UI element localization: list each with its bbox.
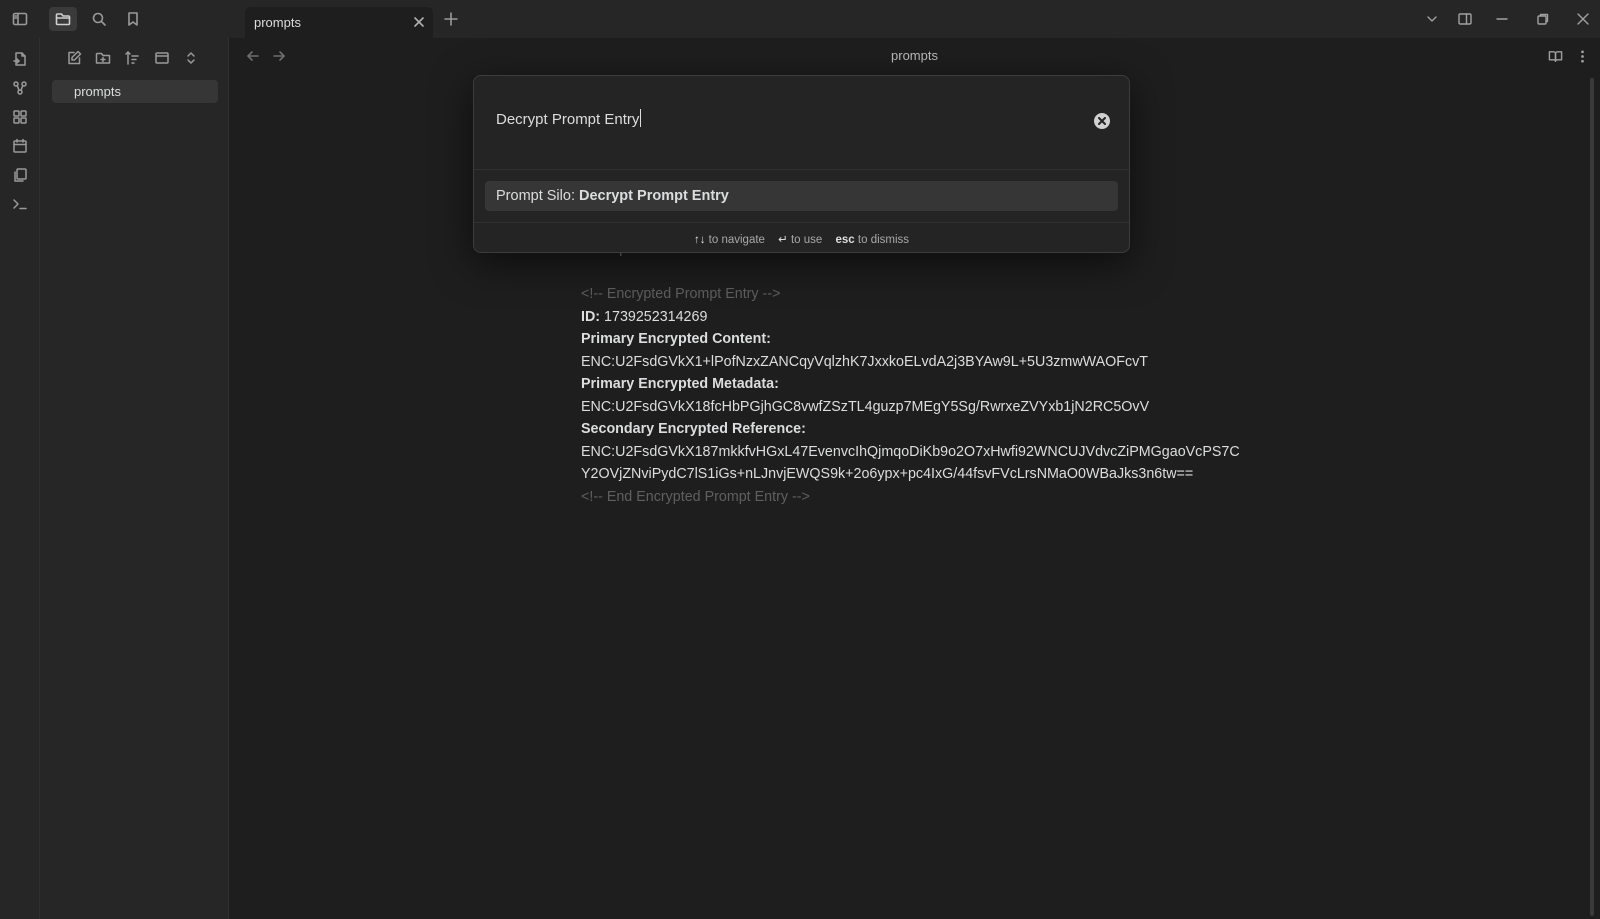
- more-options-icon[interactable]: [1572, 46, 1592, 66]
- restore-icon[interactable]: [1532, 8, 1554, 30]
- id-value: 1739252314269: [604, 308, 708, 325]
- divider: [474, 169, 1129, 170]
- tab-prompts[interactable]: prompts: [245, 7, 433, 38]
- id-label: ID:: [581, 308, 601, 325]
- content-value: ENC:U2FsdGVkX1+lPofNzxZANCqyVqlzhK7Jxxko…: [581, 353, 1149, 370]
- terminal-icon[interactable]: [8, 192, 32, 216]
- calendar-icon[interactable]: [8, 134, 32, 158]
- file-item-label: prompts: [74, 84, 121, 99]
- sort-icon[interactable]: [120, 46, 144, 70]
- scrollbar[interactable]: [1590, 78, 1594, 916]
- comment-end: <!-- End Encrypted Prompt Entry -->: [581, 488, 810, 505]
- reference-label: Secondary Encrypted Reference:: [581, 421, 806, 437]
- toggle-right-sidebar-icon[interactable]: [1454, 8, 1476, 30]
- new-tab-icon[interactable]: [441, 9, 461, 29]
- comment-start: <!-- Encrypted Prompt Entry -->: [581, 286, 781, 302]
- hint-dismiss: esc to dismiss: [835, 234, 910, 246]
- minimize-icon[interactable]: [1491, 8, 1513, 30]
- graph-view-icon[interactable]: [8, 76, 32, 100]
- toggle-sidebar-icon[interactable]: [6, 7, 34, 31]
- note-content[interactable]: backupInterval = "15" <!-- Encrypted Pro…: [581, 238, 1281, 508]
- reference-value-line-1: ENC:U2FsdGVkX187mkkfvHGxL47EvenvcIhQjmqo…: [581, 443, 1240, 460]
- content-label: Primary Encrypted Content:: [581, 331, 771, 347]
- auto-reveal-icon[interactable]: [150, 46, 174, 70]
- hint-navigate: ↑↓ to navigate: [693, 234, 765, 246]
- suggestion-item[interactable]: Prompt Silo: Decrypt Prompt Entry: [485, 181, 1118, 211]
- canvas-icon[interactable]: [8, 105, 32, 129]
- new-note-icon[interactable]: [62, 46, 86, 70]
- clear-search-icon[interactable]: [1094, 113, 1110, 129]
- close-tab-icon[interactable]: [411, 14, 427, 30]
- file-explorer: prompts: [40, 38, 229, 919]
- tab-list-chevron-icon[interactable]: [1421, 8, 1443, 30]
- palette-instructions: ↑↓ to navigate ↵ to use esc to dismiss: [474, 232, 1129, 246]
- command-search-input[interactable]: Decrypt Prompt Entry: [496, 109, 642, 128]
- title-bar: prompts: [0, 0, 1600, 38]
- tab-title: prompts: [254, 15, 301, 30]
- file-item-prompts[interactable]: prompts: [52, 80, 218, 103]
- collapse-all-icon[interactable]: [179, 46, 203, 70]
- view-title: prompts: [891, 48, 938, 63]
- metadata-label: Primary Encrypted Metadata:: [581, 376, 779, 392]
- command-palette: Decrypt Prompt Entry Prompt Silo: Decryp…: [473, 75, 1130, 253]
- new-folder-icon[interactable]: [91, 46, 115, 70]
- suggestion-text: Prompt Silo: Decrypt Prompt Entry: [496, 188, 729, 204]
- reading-view-icon[interactable]: [1545, 46, 1565, 66]
- id-line: ID: 1739252314269: [581, 306, 1281, 329]
- text-caret: [640, 109, 642, 127]
- bookmark-icon[interactable]: [119, 7, 147, 31]
- left-ribbon: [0, 38, 40, 919]
- open-quick-switcher-icon[interactable]: [8, 47, 32, 71]
- metadata-value: ENC:U2FsdGVkX18fcHbPGjhGC8vwfZSzTL4guzp7…: [581, 398, 1150, 415]
- files-icon[interactable]: [49, 7, 77, 31]
- templates-icon[interactable]: [8, 163, 32, 187]
- search-icon[interactable]: [85, 7, 113, 31]
- hint-use: ↵ to use: [778, 234, 823, 246]
- divider: [474, 222, 1129, 223]
- close-window-icon[interactable]: [1572, 8, 1594, 30]
- reference-value-line-2: Y2OVjZNviPydC7lS1iGs+nLJnvjEWQS9k+2o6ypx…: [581, 466, 1194, 482]
